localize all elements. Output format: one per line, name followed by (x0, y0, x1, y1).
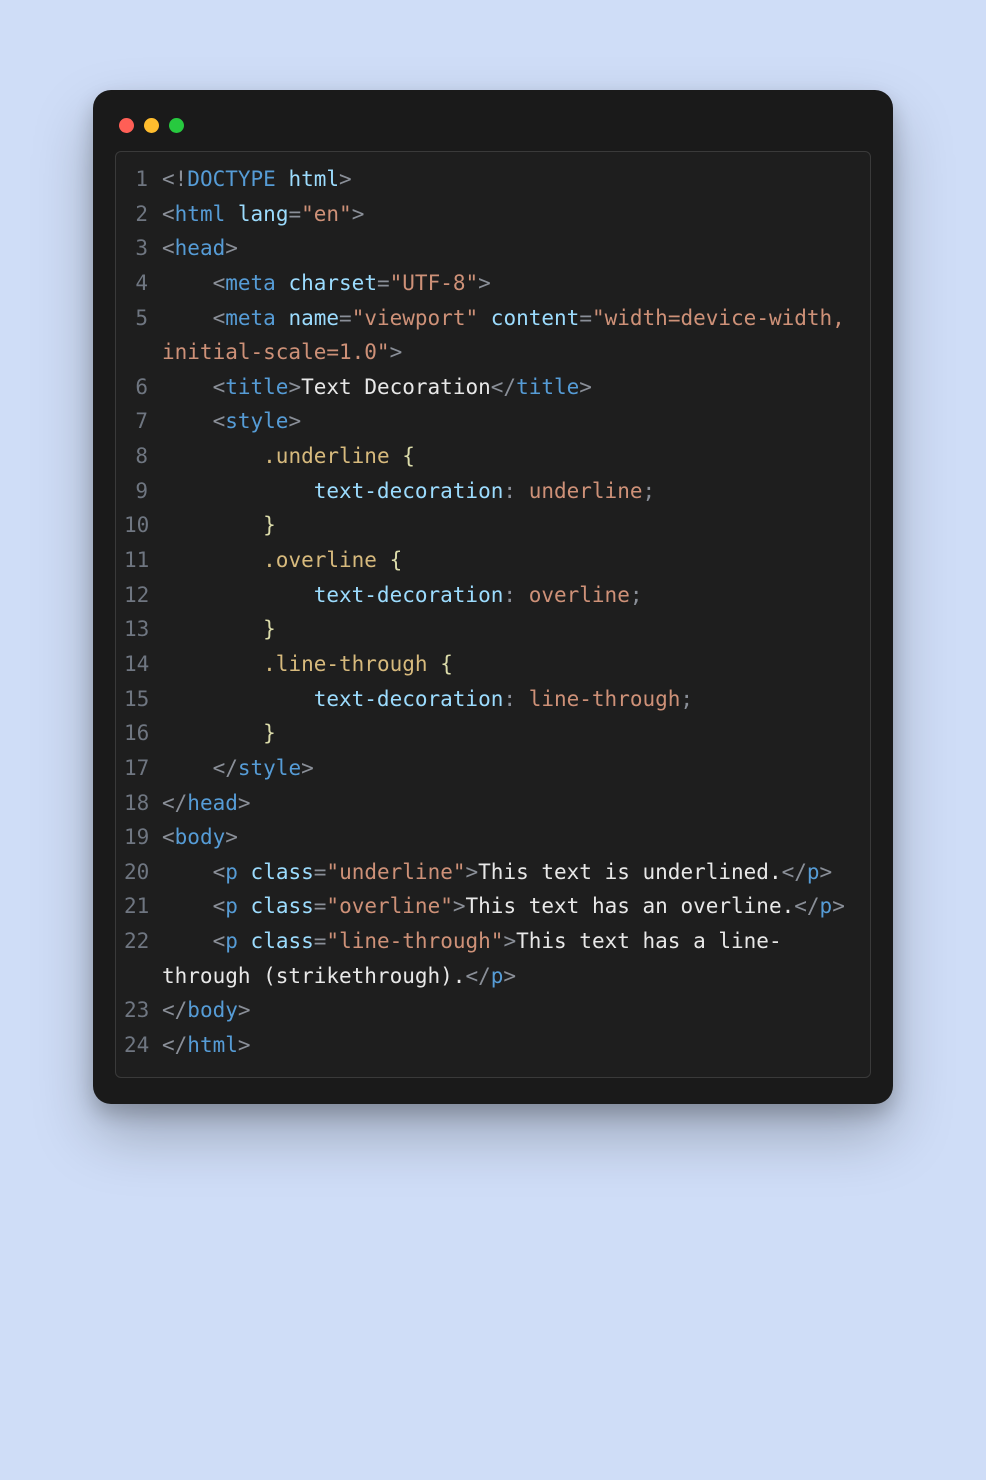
code-line: 11 .overline { (124, 543, 856, 578)
code-content: .underline { (162, 439, 856, 474)
line-number: 19 (124, 820, 162, 855)
code-content: <p class="underline">This text is underl… (162, 855, 856, 890)
line-number: 20 (124, 855, 162, 890)
window-controls (115, 112, 871, 151)
code-content: text-decoration: overline; (162, 578, 856, 613)
line-number: 18 (124, 786, 162, 821)
code-line: 24</html> (124, 1028, 856, 1063)
code-line: 21 <p class="overline">This text has an … (124, 889, 856, 924)
code-content: } (162, 612, 856, 647)
line-number: 3 (124, 231, 162, 266)
line-number: 2 (124, 197, 162, 232)
code-content: <!DOCTYPE html> (162, 162, 856, 197)
code-content: text-decoration: underline; (162, 474, 856, 509)
code-content: </head> (162, 786, 856, 821)
code-line: 6 <title>Text Decoration</title> (124, 370, 856, 405)
line-number: 16 (124, 716, 162, 751)
code-content: <title>Text Decoration</title> (162, 370, 856, 405)
line-number: 11 (124, 543, 162, 578)
code-content: </style> (162, 751, 856, 786)
code-content: text-decoration: line-through; (162, 682, 856, 717)
code-line: 15 text-decoration: line-through; (124, 682, 856, 717)
line-number: 9 (124, 474, 162, 509)
code-line: 18</head> (124, 786, 856, 821)
code-line: 19<body> (124, 820, 856, 855)
code-content: } (162, 716, 856, 751)
code-line: 1<!DOCTYPE html> (124, 162, 856, 197)
editor-window: 1<!DOCTYPE html>2<html lang="en">3<head>… (93, 90, 893, 1104)
line-number: 8 (124, 439, 162, 474)
code-content: <style> (162, 404, 856, 439)
line-number: 23 (124, 993, 162, 1028)
code-block: 1<!DOCTYPE html>2<html lang="en">3<head>… (115, 151, 871, 1078)
code-line: 23</body> (124, 993, 856, 1028)
line-number: 5 (124, 301, 162, 336)
code-line: 17 </style> (124, 751, 856, 786)
code-content: <html lang="en"> (162, 197, 856, 232)
code-line: 9 text-decoration: underline; (124, 474, 856, 509)
code-line: 22 <p class="line-through">This text has… (124, 924, 856, 993)
code-line: 5 <meta name="viewport" content="width=d… (124, 301, 856, 370)
code-content: <p class="overline">This text has an ove… (162, 889, 856, 924)
line-number: 12 (124, 578, 162, 613)
maximize-icon[interactable] (169, 118, 184, 133)
code-content: <meta name="viewport" content="width=dev… (162, 301, 856, 370)
code-line: 16 } (124, 716, 856, 751)
line-number: 13 (124, 612, 162, 647)
code-content: </html> (162, 1028, 856, 1063)
line-number: 1 (124, 162, 162, 197)
line-number: 17 (124, 751, 162, 786)
line-number: 7 (124, 404, 162, 439)
line-number: 22 (124, 924, 162, 959)
code-line: 2<html lang="en"> (124, 197, 856, 232)
minimize-icon[interactable] (144, 118, 159, 133)
line-number: 10 (124, 508, 162, 543)
code-line: 12 text-decoration: overline; (124, 578, 856, 613)
code-line: 3<head> (124, 231, 856, 266)
code-content: <head> (162, 231, 856, 266)
code-content: </body> (162, 993, 856, 1028)
close-icon[interactable] (119, 118, 134, 133)
code-line: 8 .underline { (124, 439, 856, 474)
code-content: .overline { (162, 543, 856, 578)
code-content: <meta charset="UTF-8"> (162, 266, 856, 301)
line-number: 21 (124, 889, 162, 924)
line-number: 14 (124, 647, 162, 682)
line-number: 4 (124, 266, 162, 301)
line-number: 6 (124, 370, 162, 405)
code-content: } (162, 508, 856, 543)
code-line: 14 .line-through { (124, 647, 856, 682)
code-content: .line-through { (162, 647, 856, 682)
code-line: 13 } (124, 612, 856, 647)
code-line: 4 <meta charset="UTF-8"> (124, 266, 856, 301)
code-content: <p class="line-through">This text has a … (162, 924, 856, 993)
line-number: 15 (124, 682, 162, 717)
code-line: 20 <p class="underline">This text is und… (124, 855, 856, 890)
code-content: <body> (162, 820, 856, 855)
code-line: 10 } (124, 508, 856, 543)
code-line: 7 <style> (124, 404, 856, 439)
line-number: 24 (124, 1028, 162, 1063)
